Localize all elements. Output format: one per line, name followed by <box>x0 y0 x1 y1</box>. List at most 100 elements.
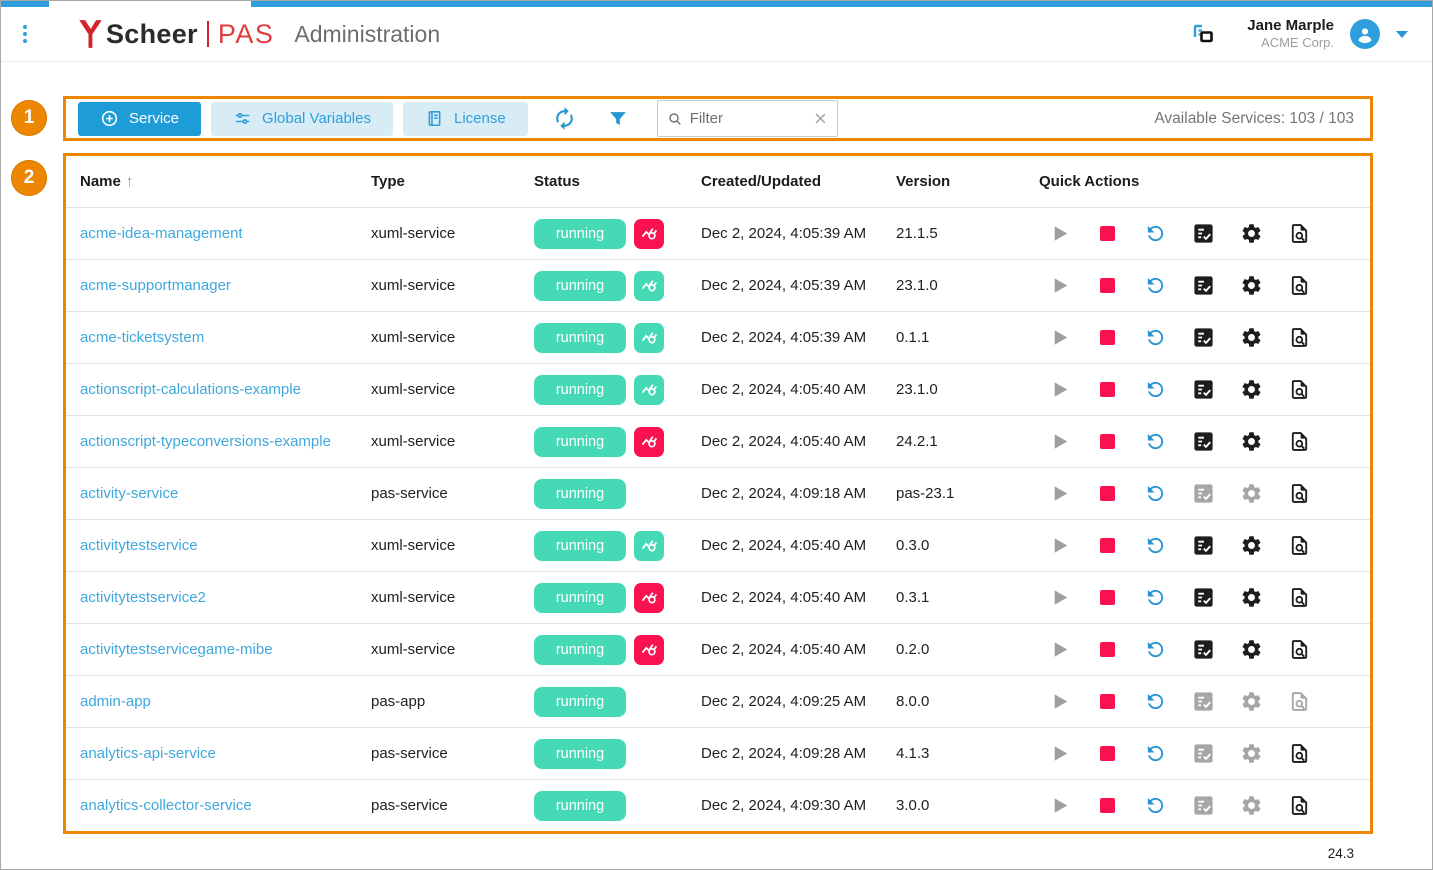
restart-button[interactable] <box>1143 274 1167 298</box>
start-button[interactable] <box>1047 222 1071 246</box>
column-header-created-updated[interactable]: Created/Updated <box>687 173 882 190</box>
start-button[interactable] <box>1047 430 1071 454</box>
settings-button[interactable] <box>1239 378 1263 402</box>
log-viewer-button[interactable] <box>1287 274 1311 298</box>
service-name-link[interactable]: actionscript-calculations-example <box>80 381 301 398</box>
restart-button[interactable] <box>1143 586 1167 610</box>
monitoring-icon[interactable] <box>634 635 664 665</box>
log-viewer-button[interactable] <box>1287 794 1311 818</box>
column-header-type[interactable]: Type <box>357 173 520 190</box>
monitoring-icon[interactable] <box>634 219 664 249</box>
filter-input[interactable] <box>690 110 806 127</box>
log-viewer-button[interactable] <box>1287 586 1311 610</box>
restart-button[interactable] <box>1143 794 1167 818</box>
logs-list-button[interactable] <box>1191 534 1215 558</box>
start-button[interactable] <box>1047 326 1071 350</box>
refresh-button[interactable] <box>552 106 577 131</box>
start-button[interactable] <box>1047 794 1071 818</box>
restart-button[interactable] <box>1143 430 1167 454</box>
service-name-link[interactable]: admin-app <box>80 693 151 710</box>
start-button[interactable] <box>1047 482 1071 506</box>
log-viewer-button[interactable] <box>1287 326 1311 350</box>
stop-button[interactable] <box>1095 482 1119 506</box>
start-button[interactable] <box>1047 534 1071 558</box>
service-button[interactable]: Service <box>78 102 201 136</box>
settings-button[interactable] <box>1239 326 1263 350</box>
start-button[interactable] <box>1047 274 1071 298</box>
global-variables-button[interactable]: Global Variables <box>211 102 393 136</box>
settings-button[interactable] <box>1239 274 1263 298</box>
settings-button[interactable] <box>1239 534 1263 558</box>
monitoring-icon[interactable] <box>634 531 664 561</box>
start-button[interactable] <box>1047 378 1071 402</box>
settings-button[interactable] <box>1239 430 1263 454</box>
logs-list-button[interactable] <box>1191 274 1215 298</box>
log-viewer-button[interactable] <box>1287 430 1311 454</box>
stop-button[interactable] <box>1095 586 1119 610</box>
user-avatar-icon[interactable] <box>1350 19 1380 49</box>
logs-list-button[interactable] <box>1191 326 1215 350</box>
restart-button[interactable] <box>1143 534 1167 558</box>
service-name-link[interactable]: activitytestservicegame-mibe <box>80 641 273 658</box>
stop-button[interactable] <box>1095 794 1119 818</box>
start-button[interactable] <box>1047 638 1071 662</box>
service-name-link[interactable]: acme-idea-management <box>80 225 243 242</box>
dropdown-caret-icon[interactable] <box>1396 31 1408 38</box>
start-button[interactable] <box>1047 690 1071 714</box>
column-header-name[interactable]: Name↑ <box>66 173 357 190</box>
column-header-status[interactable]: Status <box>520 173 687 190</box>
logs-list-button[interactable] <box>1191 430 1215 454</box>
service-name-link[interactable]: activitytestservice <box>80 537 198 554</box>
stop-button[interactable] <box>1095 378 1119 402</box>
clear-filter-icon[interactable] <box>813 111 828 126</box>
monitoring-icon[interactable] <box>634 271 664 301</box>
license-button[interactable]: License <box>403 102 528 136</box>
filter-toggle-button[interactable] <box>607 108 629 130</box>
restart-button[interactable] <box>1143 326 1167 350</box>
service-name-link[interactable]: acme-supportmanager <box>80 277 231 294</box>
logs-list-button[interactable] <box>1191 586 1215 610</box>
log-viewer-button[interactable] <box>1287 378 1311 402</box>
settings-button[interactable] <box>1239 586 1263 610</box>
monitoring-icon[interactable] <box>634 583 664 613</box>
restart-button[interactable] <box>1143 690 1167 714</box>
column-header-version[interactable]: Version <box>882 173 1025 190</box>
settings-button[interactable] <box>1239 222 1263 246</box>
start-button[interactable] <box>1047 742 1071 766</box>
logs-list-button[interactable] <box>1191 222 1215 246</box>
kebab-menu-icon[interactable] <box>5 25 45 43</box>
stop-button[interactable] <box>1095 430 1119 454</box>
log-viewer-button[interactable] <box>1287 222 1311 246</box>
stop-button[interactable] <box>1095 326 1119 350</box>
service-name-link[interactable]: analytics-api-service <box>80 745 216 762</box>
log-viewer-button[interactable] <box>1287 638 1311 662</box>
documentation-icon[interactable] <box>1190 21 1217 48</box>
service-name-link[interactable]: activitytestservice2 <box>80 589 206 606</box>
service-name-link[interactable]: activity-service <box>80 485 178 502</box>
stop-button[interactable] <box>1095 534 1119 558</box>
settings-button[interactable] <box>1239 638 1263 662</box>
stop-button[interactable] <box>1095 638 1119 662</box>
stop-button[interactable] <box>1095 222 1119 246</box>
restart-button[interactable] <box>1143 742 1167 766</box>
log-viewer-button[interactable] <box>1287 482 1311 506</box>
restart-button[interactable] <box>1143 482 1167 506</box>
restart-button[interactable] <box>1143 378 1167 402</box>
log-viewer-button[interactable] <box>1287 742 1311 766</box>
stop-button[interactable] <box>1095 742 1119 766</box>
log-viewer-button[interactable] <box>1287 534 1311 558</box>
service-name-link[interactable]: analytics-collector-service <box>80 797 252 814</box>
stop-button[interactable] <box>1095 690 1119 714</box>
logs-list-button[interactable] <box>1191 378 1215 402</box>
monitoring-icon[interactable] <box>634 427 664 457</box>
restart-button[interactable] <box>1143 222 1167 246</box>
user-block[interactable]: Jane Marple ACME Corp. <box>1247 17 1334 52</box>
monitoring-icon[interactable] <box>634 375 664 405</box>
logs-list-button[interactable] <box>1191 638 1215 662</box>
start-button[interactable] <box>1047 586 1071 610</box>
restart-button[interactable] <box>1143 638 1167 662</box>
service-name-link[interactable]: actionscript-typeconversions-example <box>80 433 331 450</box>
monitoring-icon[interactable] <box>634 323 664 353</box>
service-name-link[interactable]: acme-ticketsystem <box>80 329 204 346</box>
stop-button[interactable] <box>1095 274 1119 298</box>
